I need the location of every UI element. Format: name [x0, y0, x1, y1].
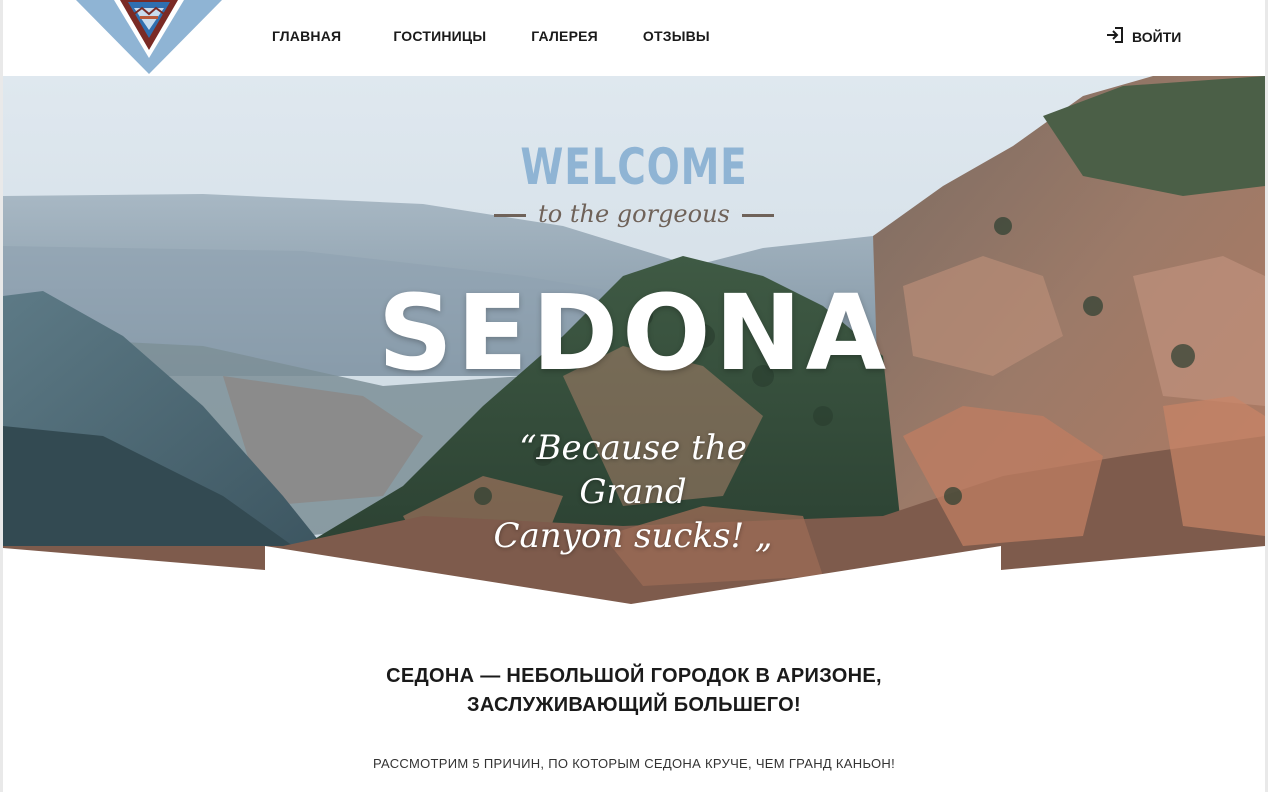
hero-quote: “Because the Grand Canyon sucks! „ — [463, 426, 803, 558]
quote-line-1: “Because the Grand — [519, 428, 747, 512]
welcome-heading: WELCOME — [520, 138, 748, 196]
login-button[interactable]: ВОЙТИ — [1106, 27, 1181, 46]
tagline-dash-left — [494, 214, 527, 217]
nav-item-gallery[interactable]: ГАЛЕРЕЯ — [531, 28, 598, 44]
tagline-dash-right — [741, 214, 774, 217]
section-headline: СЕДОНА — НЕБОЛЬШОЙ ГОРОДОК В АРИЗОНЕ, ЗА… — [0, 662, 1268, 720]
hero-bottom-edge — [3, 546, 1265, 610]
section-subline: РАССМОТРИМ 5 ПРИЧИН, ПО КОТОРЫМ СЕДОНА К… — [372, 756, 896, 771]
nav-item-hotels[interactable]: ГОСТИНИЦЫ — [393, 28, 486, 44]
main-nav: ГЛАВНАЯ ГОСТИНИЦЫ ГАЛЕРЕЯ ОТЗЫВЫ — [272, 28, 710, 44]
headline-line-2: ЗАСЛУЖИВАЮЩИЙ БОЛЬШЕГО! — [466, 694, 802, 716]
nav-item-home[interactable]: ГЛАВНАЯ — [272, 28, 341, 44]
tagline: to the gorgeous — [3, 200, 1265, 228]
login-label: ВОЙТИ — [1132, 28, 1182, 45]
headline-line-1: СЕДОНА — НЕБОЛЬШОЙ ГОРОДОК В АРИЗОНЕ, — [386, 665, 882, 687]
tagline-text: to the gorgeous — [538, 200, 730, 228]
hero-banner: WELCOME to the gorgeous SEDONA “Because … — [3, 76, 1265, 606]
sign-in-icon — [1106, 27, 1124, 46]
nav-item-reviews[interactable]: ОТЗЫВЫ — [643, 28, 710, 44]
page: ГЛАВНАЯ ГОСТИНИЦЫ ГАЛЕРЕЯ ОТЗЫВЫ ВОЙТИ W… — [0, 0, 1268, 792]
page-border-left — [0, 0, 3, 792]
city-of-sedona-logo[interactable] — [76, 0, 222, 76]
site-header: ГЛАВНАЯ ГОСТИНИЦЫ ГАЛЕРЕЯ ОТЗЫВЫ ВОЙТИ — [0, 0, 1268, 76]
hero-title: SEDONA — [377, 272, 891, 394]
